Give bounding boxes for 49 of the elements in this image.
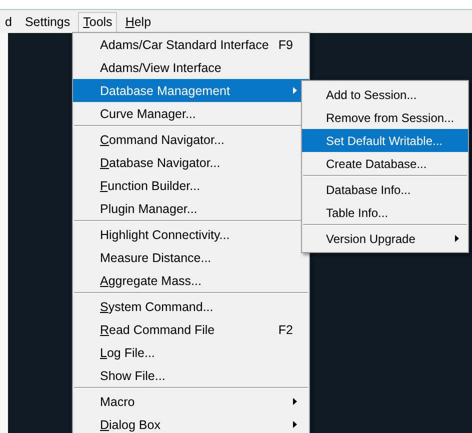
menu-item-label: Command Navigator... <box>100 132 224 146</box>
menu-item-label: Database Info... <box>326 182 411 196</box>
menu-item[interactable]: Aggregate Mass... <box>73 269 309 292</box>
submenu-arrow-icon <box>455 235 459 242</box>
menu-item[interactable]: Database Management <box>73 79 309 102</box>
submenu-arrow-icon <box>293 421 297 428</box>
menu-item[interactable]: Show File... <box>73 364 309 387</box>
menu-item[interactable]: Create Database... <box>302 152 468 175</box>
menu-item-label: Adams/Car Standard Interface <box>100 38 269 52</box>
menu-item-label: Log File... <box>100 346 155 360</box>
menu-item[interactable]: Dialog Box <box>73 413 309 433</box>
menu-item-label: Remove from Session... <box>326 110 454 124</box>
menu-item-label: Macro <box>100 394 135 408</box>
menu-item-label: Show File... <box>100 368 166 382</box>
menu-item-label: Measure Distance... <box>100 250 212 264</box>
menu-bar-item[interactable]: Settings <box>20 12 76 32</box>
menu-item-label: Table Info... <box>326 206 388 220</box>
menu-item[interactable]: Read Command File F2 <box>73 318 309 341</box>
menu-item-label: Plugin Manager... <box>100 202 198 216</box>
menu-item-label: Create Database... <box>326 156 427 170</box>
menu-item-label: Read Command File <box>100 322 215 336</box>
menu-item[interactable]: Adams/Car Standard Interface F9 <box>73 33 309 56</box>
submenu-arrow-icon <box>293 398 297 405</box>
menu-item-label: Database Management <box>100 84 230 98</box>
menu-item-label: Database Navigator... <box>100 156 220 170</box>
menu-item-label: Adams/View Interface <box>100 60 222 74</box>
menu-item[interactable]: Database Info... <box>302 178 468 201</box>
menu-item-label: Dialog Box <box>100 418 160 432</box>
menu-item[interactable]: Macro <box>73 390 309 413</box>
shortcut-label: F9 <box>278 38 293 52</box>
menu-item-label: Highlight Connectivity... <box>100 228 230 242</box>
menu-item-label: Version Upgrade <box>326 232 416 246</box>
menu-bar-item[interactable]: d <box>0 12 17 32</box>
menu-item-label: Function Builder... <box>100 178 200 192</box>
menu-item[interactable]: Set Default Writable... <box>302 129 468 152</box>
menu-item-label: Set Default Writable... <box>326 134 442 148</box>
menu-item[interactable]: Adams/View Interface <box>73 56 309 79</box>
menu-item[interactable]: Table Info... <box>302 201 468 224</box>
menu-bar-item[interactable]: Tools <box>78 12 118 34</box>
menu-bar-item[interactable]: Help <box>120 12 156 32</box>
menu-item-label: Add to Session... <box>326 88 417 102</box>
menu-item[interactable]: Log File... <box>73 341 309 364</box>
menu-item-label: Curve Manager... <box>100 106 196 120</box>
menu-item-label: Aggregate Mass... <box>100 274 202 288</box>
submenu-arrow-icon <box>293 87 297 94</box>
menu-item[interactable]: Remove from Session... <box>302 106 468 129</box>
menu-item-label: System Command... <box>100 300 214 314</box>
shortcut-label: F2 <box>278 322 293 336</box>
menu-item[interactable]: System Command... <box>73 295 309 318</box>
